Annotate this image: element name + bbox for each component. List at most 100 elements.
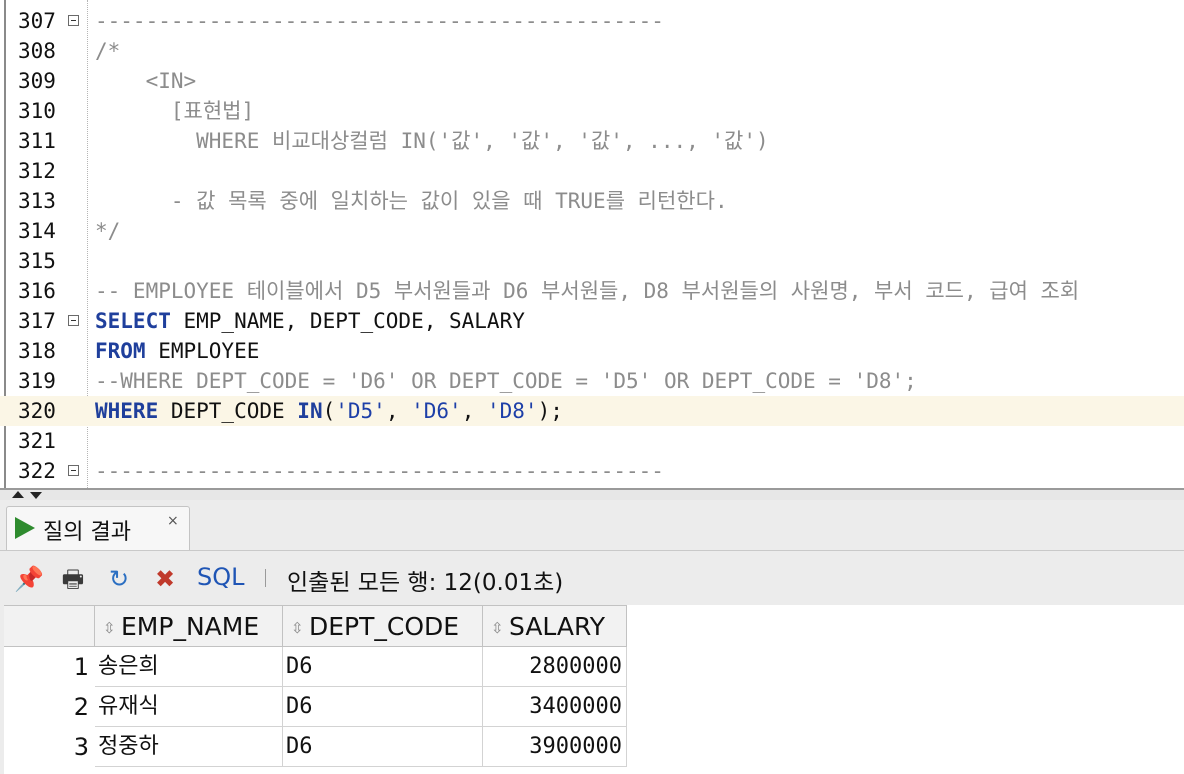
collapse-down-icon[interactable]: [30, 492, 42, 499]
cell-dept-code[interactable]: D6: [283, 647, 483, 687]
clear-results-icon[interactable]: ✖: [150, 564, 180, 594]
code-token: <IN>: [95, 69, 197, 93]
code-token: --WHERE DEPT_CODE = 'D6' OR DEPT_CODE = …: [95, 369, 917, 393]
fold-toggle-icon[interactable]: [68, 465, 79, 476]
code-text[interactable]: [표현법]: [95, 96, 254, 126]
line-number: 315: [18, 249, 56, 273]
code-token: 'D8': [487, 399, 538, 423]
code-text[interactable]: WHERE DEPT_CODE IN('D5', 'D6', 'D8');: [95, 396, 563, 426]
line-number: 314: [18, 219, 56, 243]
code-token: ----------------------------------------…: [95, 9, 664, 33]
code-token: ----------------------------------------…: [95, 459, 664, 483]
code-line[interactable]: 319 --WHERE DEPT_CODE = 'D6' OR DEPT_CODE…: [0, 366, 1184, 396]
row-number: 1: [73, 653, 89, 681]
code-token: ,: [461, 399, 487, 423]
line-number: 316: [18, 279, 56, 303]
code-text[interactable]: -- EMPLOYEE 테이블에서 D5 부서원들과 D6 부서원들, D8 부…: [95, 276, 1079, 306]
code-token: WHERE: [95, 399, 159, 423]
code-token: WHERE 비교대상컬럼 IN('값', '값', '값', ..., '값'): [95, 129, 769, 153]
print-icon[interactable]: 🖶: [58, 564, 88, 594]
fold-toggle-icon[interactable]: [68, 315, 79, 326]
fetch-status: 인출된 모든 행: 12(0.01초): [287, 570, 564, 596]
code-line[interactable]: 318 FROM EMPLOYEE: [0, 336, 1184, 366]
column-header-salary[interactable]: ⇳ SALARY: [483, 605, 627, 647]
tab-label: 질의 결과: [43, 520, 131, 545]
cell-dept-code[interactable]: D6: [283, 727, 483, 767]
code-line[interactable]: 321: [0, 426, 1184, 456]
code-token: - 값 목록 중에 일치하는 값이 있을 때 TRUE를 리턴한다.: [95, 189, 728, 213]
code-line[interactable]: 315: [0, 246, 1184, 276]
code-token: FROM: [95, 339, 146, 363]
cell-salary[interactable]: 3400000: [483, 687, 627, 727]
code-line[interactable]: 312: [0, 156, 1184, 186]
code-token: */: [95, 219, 121, 243]
column-header-emp-name[interactable]: ⇳ EMP_NAME: [95, 605, 283, 647]
code-text[interactable]: <IN>: [95, 66, 197, 96]
sort-icon[interactable]: ⇳: [103, 620, 117, 636]
line-number: 308: [18, 39, 56, 63]
pin-icon[interactable]: 📌: [14, 564, 44, 594]
code-text[interactable]: --WHERE DEPT_CODE = 'D6' OR DEPT_CODE = …: [95, 366, 917, 396]
cell-emp-name[interactable]: 정중하: [95, 727, 283, 767]
sql-button[interactable]: SQL: [197, 563, 245, 591]
code-line[interactable]: 322 -------------------------------------…: [0, 456, 1184, 486]
line-number: 307: [18, 9, 56, 33]
line-number: 310: [18, 99, 56, 123]
code-line-current[interactable]: 320 WHERE DEPT_CODE IN('D5', 'D6', 'D8');: [0, 396, 1184, 426]
code-text[interactable]: ----------------------------------------…: [95, 456, 664, 486]
code-text[interactable]: WHERE 비교대상컬럼 IN('값', '값', '값', ..., '값'): [95, 126, 769, 156]
code-text[interactable]: /*: [95, 36, 120, 66]
panel-splitter[interactable]: [0, 488, 1184, 500]
code-token: ,: [385, 399, 412, 423]
cell-salary[interactable]: 2800000: [483, 647, 627, 687]
code-text[interactable]: SELECT EMP_NAME, DEPT_CODE, SALARY: [95, 306, 525, 336]
line-number: 312: [18, 159, 56, 183]
refresh-icon[interactable]: ↻: [104, 564, 134, 594]
cell-emp-name[interactable]: 송은희: [95, 647, 283, 687]
code-line[interactable]: 311 WHERE 비교대상컬럼 IN('값', '값', '값', ..., …: [0, 126, 1184, 156]
code-line[interactable]: 313 - 값 목록 중에 일치하는 값이 있을 때 TRUE를 리턴한다.: [0, 186, 1184, 216]
line-number: 311: [18, 129, 56, 153]
code-token: EMP_NAME, DEPT_CODE, SALARY: [170, 309, 525, 333]
code-line[interactable]: 308 /*: [0, 36, 1184, 66]
code-line[interactable]: 316 -- EMPLOYEE 테이블에서 D5 부서원들과 D6 부서원들, D…: [0, 276, 1184, 306]
code-line[interactable]: 307 -------------------------------------…: [0, 6, 1184, 36]
code-line[interactable]: 310 [표현법]: [0, 96, 1184, 126]
sort-icon[interactable]: ⇳: [291, 620, 305, 636]
line-number: 317: [18, 309, 56, 333]
result-grid[interactable]: ⇳ EMP_NAME ⇳ DEPT_CODE ⇳ SALARY 1 송은희 D6 28…: [4, 605, 1184, 774]
table-row[interactable]: 3 정중하 D6 3900000: [4, 727, 1184, 767]
code-text[interactable]: FROM EMPLOYEE: [95, 336, 259, 366]
column-header-dept-code[interactable]: ⇳ DEPT_CODE: [283, 605, 483, 647]
table-row[interactable]: 1 송은희 D6 2800000: [4, 647, 1184, 687]
code-token: 'D6': [411, 399, 462, 423]
sort-icon[interactable]: ⇳: [491, 620, 505, 636]
sql-editor[interactable]: 307 -------------------------------------…: [0, 0, 1184, 488]
line-number: 309: [18, 69, 56, 93]
code-line[interactable]: 309 <IN>: [0, 66, 1184, 96]
fold-toggle-icon[interactable]: [68, 15, 79, 26]
row-number-header: [4, 605, 95, 647]
code-text[interactable]: ----------------------------------------…: [95, 6, 664, 36]
cell-salary[interactable]: 3900000: [483, 727, 627, 767]
expand-up-icon[interactable]: [12, 491, 24, 498]
tab-strip: 질의 결과 ×: [0, 500, 1184, 551]
row-number: 2: [73, 693, 89, 721]
tab-query-result[interactable]: 질의 결과 ×: [6, 506, 190, 550]
row-number: 3: [73, 733, 89, 761]
cell-emp-name[interactable]: 유재식: [95, 687, 283, 727]
code-token: SELECT: [95, 309, 171, 333]
line-number: 322: [18, 459, 56, 483]
code-token: );: [537, 399, 563, 423]
table-row[interactable]: 2 유재식 D6 3400000: [4, 687, 1184, 727]
code-text[interactable]: - 값 목록 중에 일치하는 값이 있을 때 TRUE를 리턴한다.: [95, 186, 728, 216]
line-number: 318: [18, 339, 56, 363]
code-line[interactable]: 314 */: [0, 216, 1184, 246]
cell-dept-code[interactable]: D6: [283, 687, 483, 727]
code-text[interactable]: */: [95, 216, 120, 246]
close-tab-icon[interactable]: ×: [167, 513, 179, 529]
code-line[interactable]: 317 SELECT EMP_NAME, DEPT_CODE, SALARY: [0, 306, 1184, 336]
code-token: /*: [95, 39, 121, 63]
code-token: DEPT_CODE: [158, 399, 298, 423]
code-token: 'D5': [335, 399, 386, 423]
